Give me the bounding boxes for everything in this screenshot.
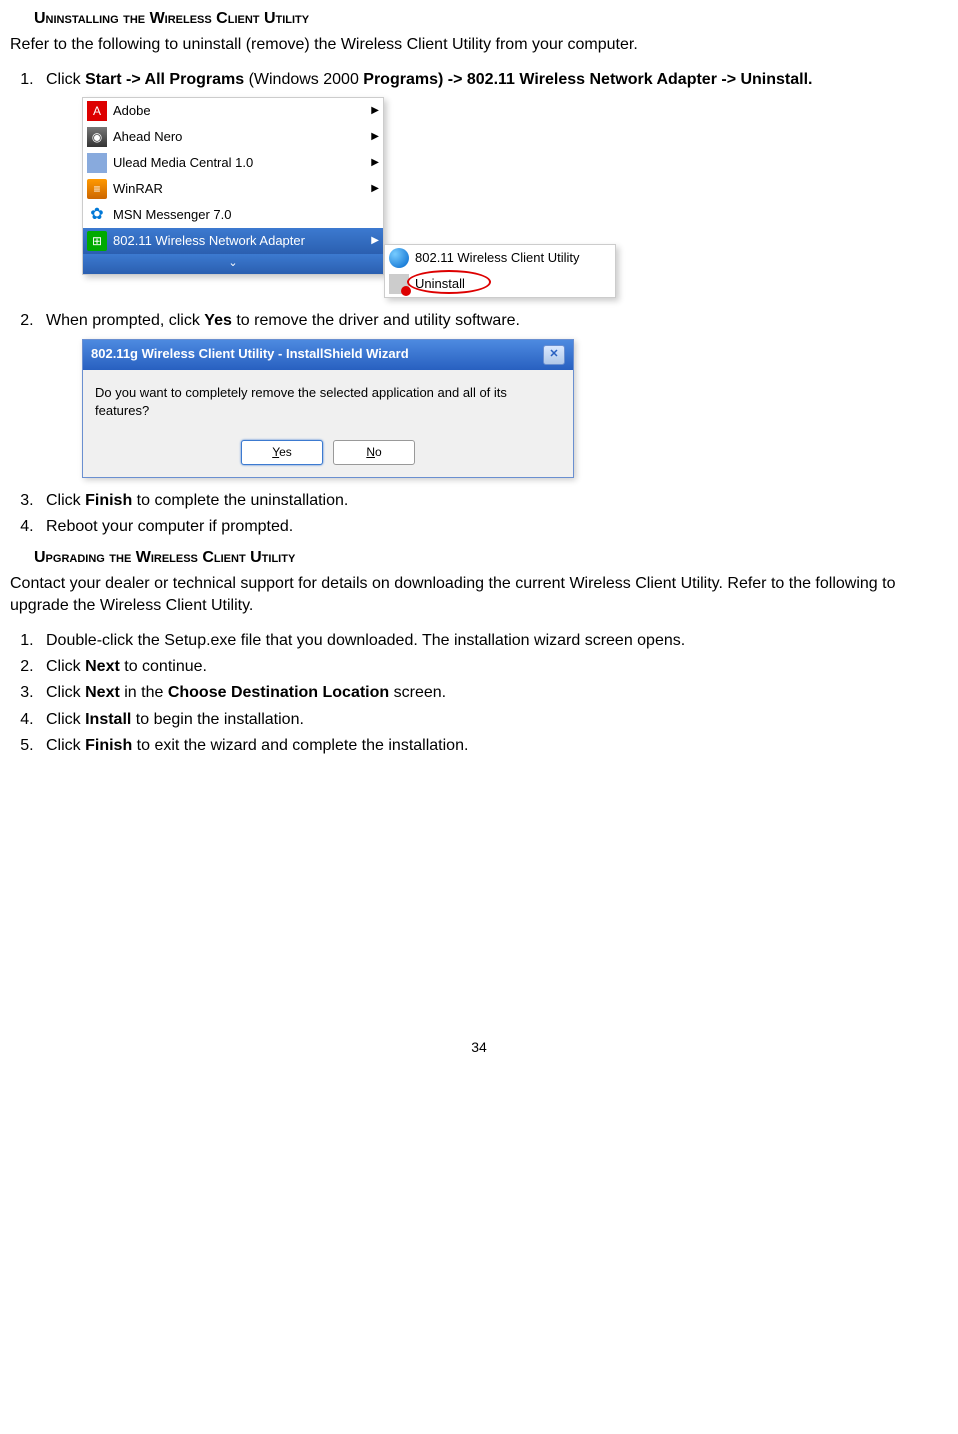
ulead-icon [87,153,107,173]
chevron-right-icon: ▶ [371,234,379,248]
step-upgrade-3: Click Next in the Choose Destination Loc… [38,682,948,704]
heading-uninstall: Uninstalling the Wireless Client Utility [34,8,948,30]
winrar-icon: ≡ [87,179,107,199]
adapter-icon: ⊞ [87,231,107,251]
step-uninstall-2: When prompted, click Yes to remove the d… [38,310,948,478]
chevron-right-icon: ▶ [371,130,379,144]
step-uninstall-3: Click Finish to complete the uninstallat… [38,490,948,512]
heading-upgrade: Upgrading the Wireless Client Utility [34,547,948,569]
dialog-titlebar: 802.11g Wireless Client Utility - Instal… [83,340,573,370]
menu-item-ulead[interactable]: Ulead Media Central 1.0 ▶ [83,150,383,176]
adobe-icon: A [87,101,107,121]
wireless-submenu: 802.11 Wireless Client Utility Uninstall [384,244,616,298]
chevron-right-icon: ▶ [371,156,379,170]
yes-button[interactable]: Yes [241,440,323,465]
chevron-right-icon: ▶ [371,182,379,196]
step-upgrade-4: Click Install to begin the installation. [38,709,948,731]
step-upgrade-2: Click Next to continue. [38,656,948,678]
globe-icon [389,248,409,268]
intro-uninstall: Refer to the following to uninstall (rem… [10,34,948,56]
step-upgrade-5: Click Finish to exit the wizard and comp… [38,735,948,757]
menu-item-winrar[interactable]: ≡ WinRAR ▶ [83,176,383,202]
dialog-message: Do you want to completely remove the sel… [83,370,573,434]
step-uninstall-4: Reboot your computer if prompted. [38,516,948,538]
step-uninstall-1: Click Start -> All Programs (Windows 200… [38,69,948,298]
close-icon[interactable]: ✕ [543,345,565,365]
menu-item-msn[interactable]: ✿ MSN Messenger 7.0 [83,202,383,228]
step-upgrade-1: Double-click the Setup.exe file that you… [38,630,948,652]
submenu-client-utility[interactable]: 802.11 Wireless Client Utility [385,245,615,271]
dialog-title-text: 802.11g Wireless Client Utility - Instal… [91,345,409,363]
menu-expand-chevron[interactable]: ⌄ [83,254,383,273]
dialog-button-row: Yes No [83,434,573,477]
menu-item-ahead-nero[interactable]: ◉ Ahead Nero ▶ [83,124,383,150]
uninstall-icon [389,274,409,294]
start-menu-screenshot: A Adobe ▶ ◉ Ahead Nero ▶ Ulead Media Cen… [82,97,948,298]
page-number: 34 [10,1038,948,1058]
nero-icon: ◉ [87,127,107,147]
msn-icon: ✿ [87,205,107,225]
confirm-dialog: 802.11g Wireless Client Utility - Instal… [82,339,574,478]
intro-upgrade: Contact your dealer or technical support… [10,573,948,618]
submenu-uninstall[interactable]: Uninstall [385,271,615,297]
menu-item-adobe[interactable]: A Adobe ▶ [83,98,383,124]
menu-item-wireless-adapter[interactable]: ⊞ 802.11 Wireless Network Adapter ▶ [83,228,383,254]
chevron-right-icon: ▶ [371,104,379,118]
programs-menu: A Adobe ▶ ◉ Ahead Nero ▶ Ulead Media Cen… [82,97,384,274]
no-button[interactable]: No [333,440,415,465]
